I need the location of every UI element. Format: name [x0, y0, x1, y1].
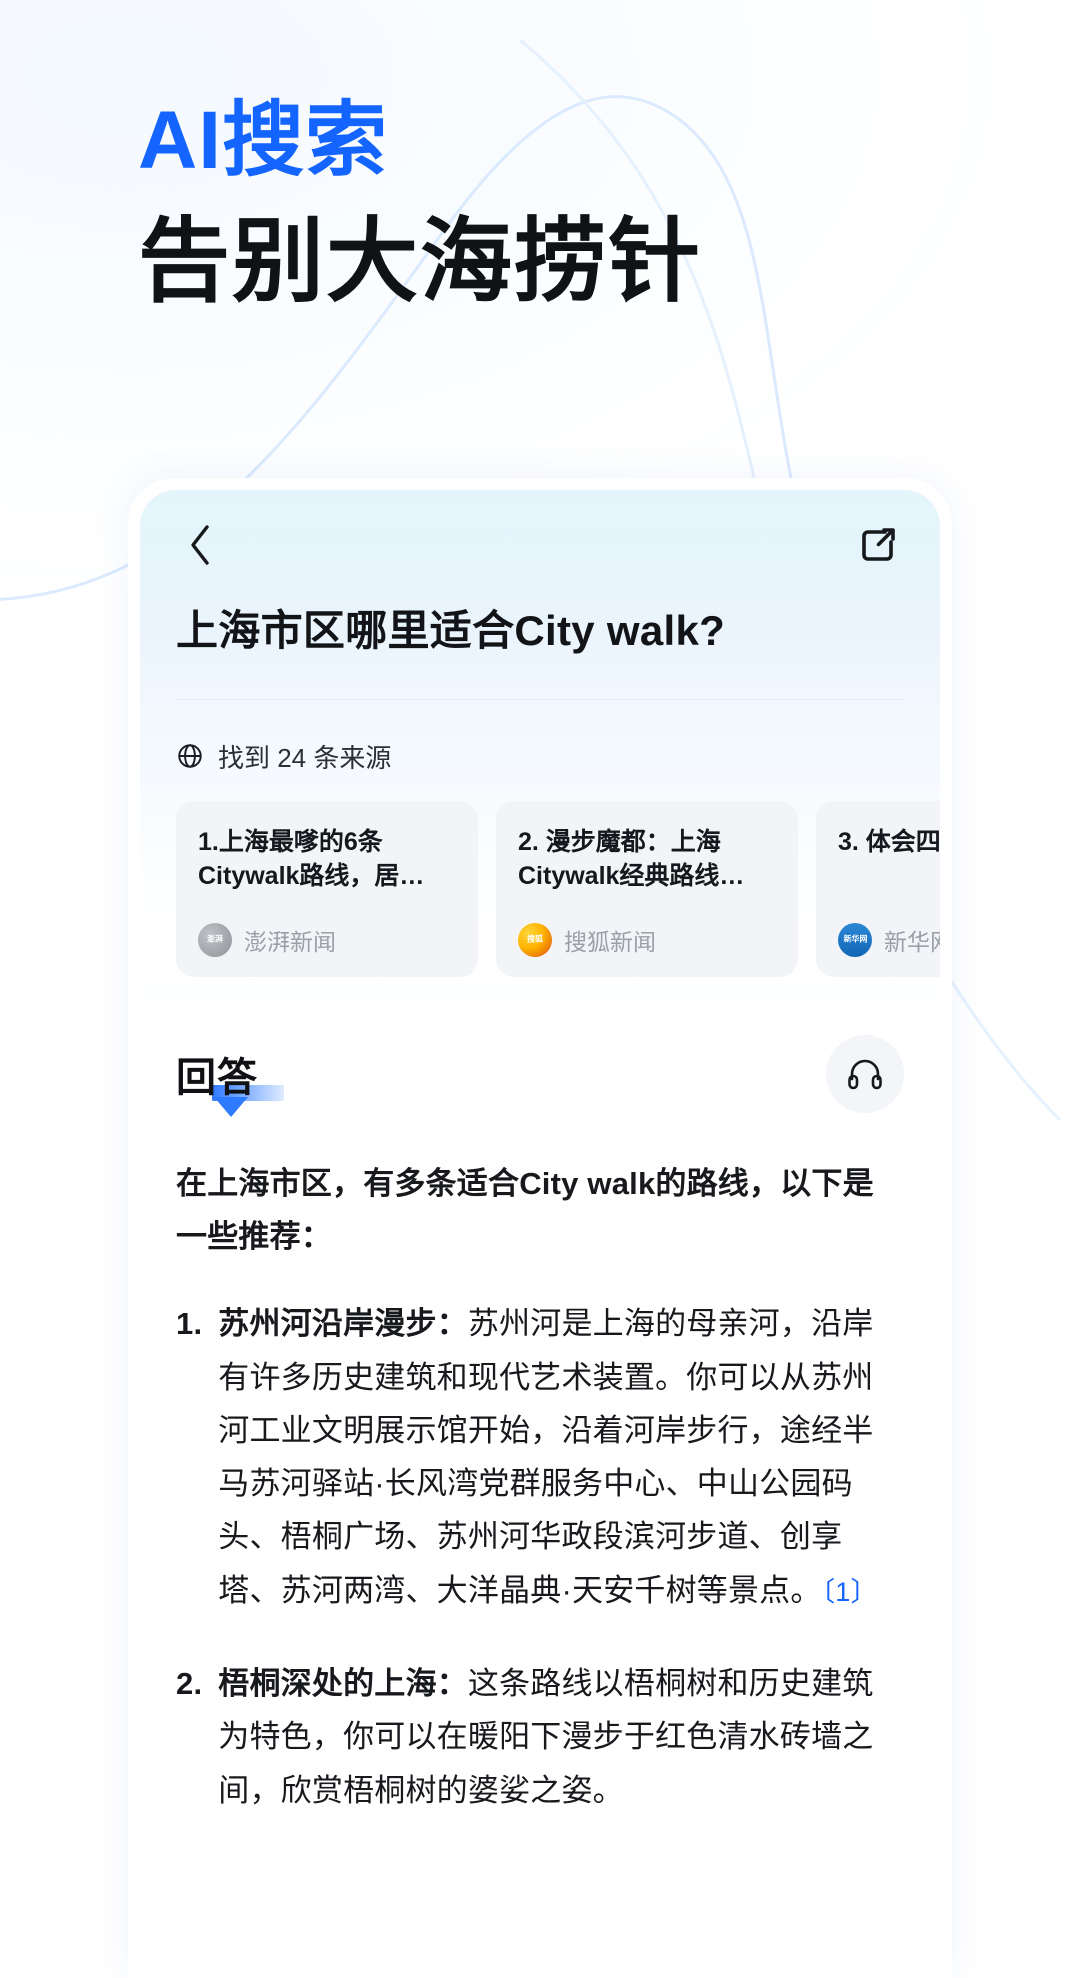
source-card-title: 3. 体会四季上海，Ci…	[838, 827, 940, 856]
answer-lead-paragraph: 在上海市区，有多条适合City walk的路线，以下是一些推荐：	[176, 1165, 874, 1254]
question-title: 上海市区哪里适合City walk?	[176, 607, 726, 654]
answer-list-item: 1. 苏州河沿岸漫步：苏州河是上海的母亲河，沿岸有许多历史建筑和现代艺术装置。你…	[176, 1297, 904, 1617]
source-card-meta: 澎湃 澎湃新闻	[198, 922, 456, 957]
answer-item-body: 梧桐深处的上海：这条路线以梧桐树和历史建筑为特色，你可以在暖阳下漫步于红色清水砖…	[218, 1657, 904, 1817]
publisher-logo-icon: 澎湃	[198, 922, 232, 957]
back-button[interactable]	[176, 521, 224, 569]
hero-line-primary: AI搜索	[138, 95, 389, 186]
answer-item-text: 苏州河是上海的母亲河，沿岸有许多历史建筑和现代艺术装置。你可以从苏州河工业文明展…	[218, 1306, 874, 1608]
title-divider	[176, 698, 904, 700]
hero-line-secondary: 告别大海捞针	[138, 211, 703, 313]
answer-item-body: 苏州河沿岸漫步：苏州河是上海的母亲河，沿岸有许多历史建筑和现代艺术装置。你可以从…	[218, 1297, 904, 1617]
publisher-name: 新华网	[884, 928, 940, 955]
phone-screen: 上海市区哪里适合City walk? 找到 24 条来源 1.上海最嗲的6条Ci…	[140, 490, 940, 1978]
sources-summary-text: 找到 24 条来源	[218, 742, 392, 773]
source-card[interactable]: 1.上海最嗲的6条Citywalk路线，居… 澎湃 澎湃新闻	[176, 800, 478, 977]
source-card-title: 1.上海最嗲的6条Citywalk路线，居…	[198, 827, 425, 891]
answer-item-strong: 苏州河沿岸漫步：	[218, 1306, 468, 1342]
publisher-name: 澎湃新闻	[244, 928, 336, 955]
answer-item-number: 1.	[176, 1306, 203, 1342]
publisher-logo-text: 新华网	[843, 934, 867, 944]
publisher-logo-icon: 新华网	[838, 922, 872, 957]
source-card-title: 2. 漫步魔都：上海Citywalk经典路线…	[518, 827, 745, 891]
answer-title: 回答	[176, 1055, 258, 1100]
source-card[interactable]: 2. 漫步魔都：上海Citywalk经典路线… 搜狐 搜狐新闻	[496, 800, 798, 977]
answer-title-wrap: 回答	[176, 1045, 284, 1117]
publisher-logo-text: 搜狐	[527, 934, 543, 944]
app-navbar	[176, 490, 904, 586]
phone-mockup: 上海市区哪里适合City walk? 找到 24 条来源 1.上海最嗲的6条Ci…	[128, 478, 952, 1978]
source-card[interactable]: 3. 体会四季上海，Ci… 新华网 新华网	[816, 800, 940, 977]
share-button[interactable]	[852, 519, 904, 571]
source-card-meta: 新华网 新华网	[838, 922, 940, 957]
share-box-arrow-icon	[862, 528, 895, 561]
publisher-logo-text: 澎湃	[207, 934, 223, 944]
citation-link[interactable]: 〔1〕	[822, 1577, 878, 1607]
publisher-name: 搜狐新闻	[564, 928, 656, 955]
headphones-icon	[848, 1059, 882, 1089]
answer-list-item: 2. 梧桐深处的上海：这条路线以梧桐树和历史建筑为特色，你可以在暖阳下漫步于红色…	[176, 1657, 904, 1817]
source-card-list[interactable]: 1.上海最嗲的6条Citywalk路线，居… 澎湃 澎湃新闻 2. 漫步魔都：上…	[176, 800, 940, 977]
hero-heading: AI搜索 告别大海捞针	[138, 95, 978, 313]
publisher-logo-icon: 搜狐	[518, 922, 552, 957]
listen-button[interactable]	[826, 1034, 904, 1113]
chevron-left-icon	[191, 525, 209, 565]
answer-header: 回答	[176, 1034, 904, 1117]
answer-item-strong: 梧桐深处的上海：	[218, 1666, 468, 1702]
answer-item-number: 2.	[176, 1666, 203, 1702]
source-card-meta: 搜狐 搜狐新闻	[518, 922, 776, 957]
answer-item-list: 1. 苏州河沿岸漫步：苏州河是上海的母亲河，沿岸有许多历史建筑和现代艺术装置。你…	[176, 1297, 904, 1817]
sources-summary: 找到 24 条来源	[176, 738, 904, 775]
globe-icon	[178, 744, 202, 768]
